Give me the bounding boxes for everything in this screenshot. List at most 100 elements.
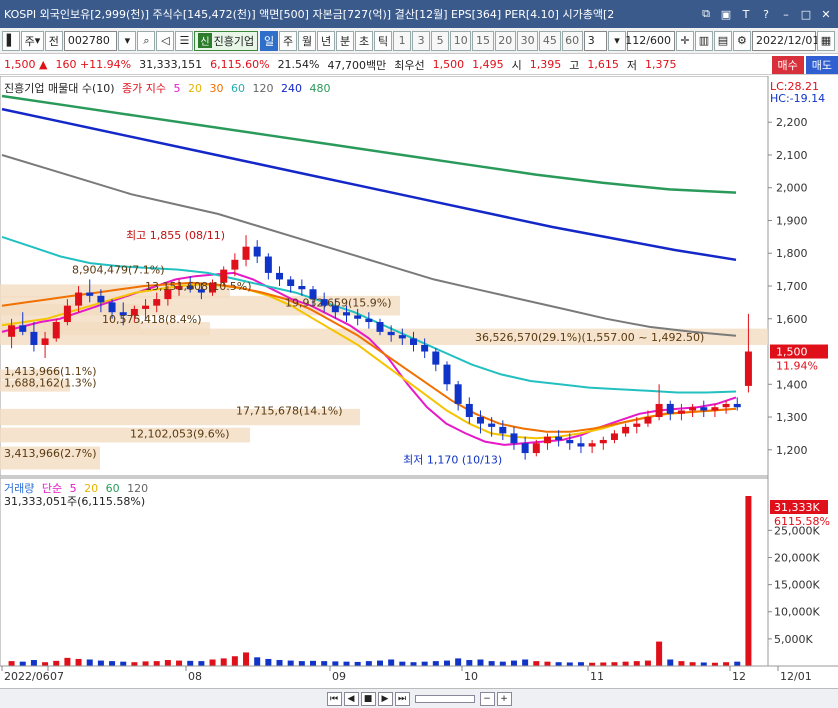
zoom-out-icon[interactable]: − <box>479 691 495 706</box>
stop-icon[interactable]: ■ <box>360 691 376 706</box>
crosshair-icon[interactable]: ✛ <box>675 30 694 51</box>
y-tick-label: 2,200 <box>776 116 808 129</box>
disk-icon[interactable]: ▤ <box>713 30 732 51</box>
calendar-icon[interactable]: ▦ <box>816 30 835 51</box>
scroll-prev-icon[interactable]: ◀ <box>343 691 359 706</box>
timeframe-day[interactable]: 일 <box>260 30 279 51</box>
volume-bar <box>455 658 462 666</box>
link-icon[interactable]: ⧉ <box>698 6 714 22</box>
minute-option-15[interactable]: 15 <box>472 30 494 51</box>
minute-option-5[interactable]: 5 <box>431 30 450 51</box>
font-icon[interactable]: T <box>738 6 754 22</box>
volume-bar <box>75 658 82 666</box>
high-price: 1,615 <box>587 58 619 71</box>
save-icon[interactable]: ▣ <box>718 6 734 22</box>
prev-button[interactable]: 전 <box>44 30 63 51</box>
candle-body <box>387 331 395 336</box>
volume-bar <box>109 661 116 666</box>
date-input[interactable]: 2022/12/01 <box>751 30 819 51</box>
candle-body <box>398 335 406 339</box>
volume-profile-label: 10,575,418(8.4%) <box>102 313 202 326</box>
volume-bar <box>53 660 60 666</box>
timeframe-month[interactable]: 월 <box>298 30 317 51</box>
x-tick-label: 08 <box>188 670 202 683</box>
search-icon[interactable]: ⌕ <box>137 30 156 51</box>
minute-option-10[interactable]: 10 <box>450 30 472 51</box>
candle-body <box>744 351 752 386</box>
volume-bar <box>8 661 15 666</box>
price-legend: 진흥기업 매물대 수(10) 종가 지수 5 20 30 60 120 240 … <box>4 80 335 96</box>
minute-option-20[interactable]: 20 <box>494 30 516 51</box>
quote-bar: 1,500 ▲ 160 +11.94% 31,333,151 6,115.60%… <box>0 55 838 75</box>
timeframe-year[interactable]: 년 <box>317 30 336 51</box>
code-dropdown-icon[interactable]: ▾ <box>118 30 137 51</box>
volume-bar <box>555 662 562 666</box>
volume-bar <box>443 660 450 666</box>
candle-body <box>711 407 719 411</box>
volume-bar <box>287 660 294 666</box>
stock-name: 진흥기업 <box>213 34 255 48</box>
buy-button[interactable]: 매수 <box>771 55 804 74</box>
current-price-tag-text: 1,500 <box>776 346 808 359</box>
volume-bar <box>231 656 238 666</box>
scroll-first-icon[interactable]: ⏮ <box>326 691 342 706</box>
menu-icon[interactable]: ☰ <box>175 30 194 51</box>
speaker-icon[interactable]: ◁ <box>156 30 175 51</box>
volume-profile-label: 3,413,966(2.7%) <box>4 447 97 460</box>
volume-bar <box>377 660 383 666</box>
zoom-slider[interactable] <box>414 694 475 703</box>
x-tick-label: 2022/06 <box>4 670 50 683</box>
timeframe-week[interactable]: 주 <box>279 30 298 51</box>
timeframe-minute[interactable]: 분 <box>336 30 355 51</box>
volume-bar <box>577 662 584 666</box>
window-title: KOSPI 외국인보유[2,999(천)] 주식수[145,472(천)] 액면… <box>4 8 615 21</box>
ma-period-5: 5 <box>173 82 181 95</box>
interval-input[interactable]: 3 <box>583 30 607 51</box>
volume-bar <box>153 661 160 666</box>
maximize-icon[interactable]: □ <box>798 6 814 22</box>
settings-icon[interactable]: ⚙ <box>732 30 751 51</box>
candle-body <box>231 259 239 270</box>
scroll-last-icon[interactable]: ⏭ <box>394 691 410 706</box>
sell-button[interactable]: 매도 <box>805 55 838 74</box>
minute-option-45[interactable]: 45 <box>539 30 561 51</box>
code-input[interactable]: 002780 <box>63 30 118 51</box>
help-icon[interactable]: ? <box>758 6 774 22</box>
minute-option-1[interactable]: 1 <box>393 30 412 51</box>
volume-tag-text: 31,333K <box>774 501 820 514</box>
candle-body <box>510 433 518 444</box>
price-change: 160 +11.94% <box>55 58 132 71</box>
volume-bar <box>723 662 730 666</box>
price-volume-chart[interactable]: 2,200 2,100 2,000 1,900 1,800 1,700 1,600 1,400… <box>0 75 838 688</box>
interval-dropdown-icon[interactable]: ▾ <box>607 30 626 51</box>
candle-body <box>555 436 563 440</box>
amount-value: 47,700백만 <box>327 58 387 72</box>
chart-type-icon[interactable]: ▥ <box>694 30 713 51</box>
minimize-icon[interactable]: – <box>778 6 794 22</box>
minute-option-30[interactable]: 30 <box>516 30 539 51</box>
timeframe-tick[interactable]: 틱 <box>374 30 393 51</box>
high-annotation: 최고 1,855 (08/11) <box>126 229 225 242</box>
page-count[interactable]: 112/600 <box>625 30 675 51</box>
volume-bar <box>321 661 328 666</box>
stock-name-box[interactable]: 신 진흥기업 <box>194 30 259 51</box>
current-pct-tag-text: 11.94% <box>776 360 818 373</box>
high-label: 고 <box>569 58 580 72</box>
volume-bar <box>600 662 607 666</box>
timeframe-second[interactable]: 초 <box>355 30 374 51</box>
sidebar-toggle-icon[interactable]: ▌ <box>2 30 20 51</box>
volume-bar <box>410 662 417 666</box>
y-tick-label: 2,100 <box>776 149 808 162</box>
minute-option-60[interactable]: 60 <box>561 30 583 51</box>
zoom-in-icon[interactable]: + <box>496 691 512 706</box>
volume-profile-label: 12,102,053(9.6%) <box>130 427 230 440</box>
ma-period-480: 480 <box>309 82 331 95</box>
chart-area[interactable]: 2,200 2,100 2,000 1,900 1,800 1,700 1,600 1,400… <box>0 75 838 688</box>
scroll-next-icon[interactable]: ▶ <box>377 691 393 706</box>
close-icon[interactable]: ✕ <box>818 6 834 22</box>
volume-bar <box>667 659 674 666</box>
period-select[interactable]: 주 ▾ <box>21 30 44 51</box>
low-label: 저 <box>626 58 637 72</box>
minute-option-3[interactable]: 3 <box>412 30 431 51</box>
candle-body <box>75 292 83 306</box>
